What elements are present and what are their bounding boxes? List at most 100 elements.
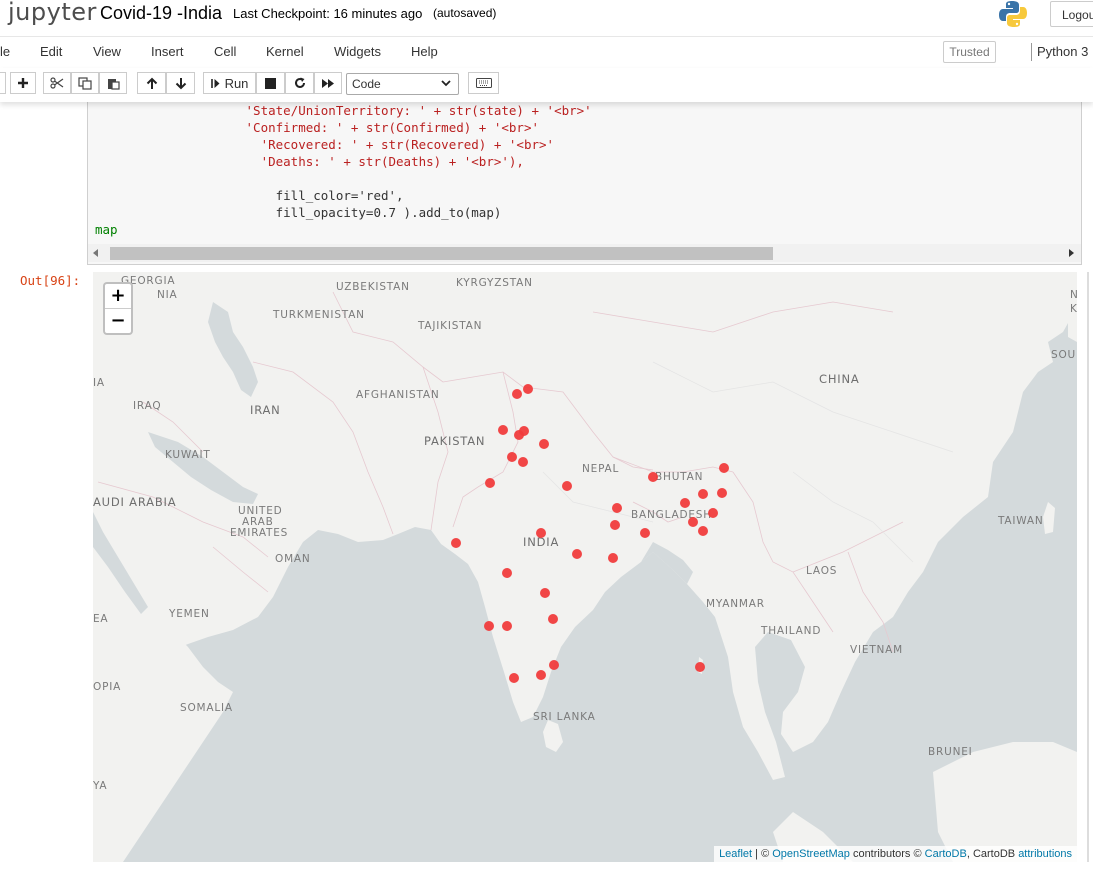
restart-button[interactable] <box>285 72 314 94</box>
toolbar: Run Code <box>0 68 1093 102</box>
code-line-text: fill_opacity=0.7 ).add_to(map) <box>95 205 502 220</box>
marker[interactable] <box>640 528 650 538</box>
code-line: 'Confirmed: ' + str(Confirmed) + '<br>' <box>95 120 540 135</box>
marker[interactable] <box>502 568 512 578</box>
cartodb-link[interactable]: CartoDB <box>925 848 967 860</box>
marker[interactable] <box>485 478 495 488</box>
marker[interactable] <box>548 614 558 624</box>
marker[interactable] <box>518 457 528 467</box>
run-label: Run <box>224 75 249 91</box>
cut-button[interactable] <box>43 72 71 94</box>
save-button[interactable] <box>0 72 6 94</box>
leaflet-link[interactable]: Leaflet <box>719 848 752 860</box>
marker[interactable] <box>502 621 512 631</box>
marker[interactable] <box>698 489 708 499</box>
marker[interactable] <box>507 452 517 462</box>
menu-widgets[interactable]: Widgets <box>334 44 381 59</box>
marker[interactable] <box>498 425 508 435</box>
leaflet-map[interactable]: GEORGIA NIA UZBEKISTAN KYRGYZSTAN TURKME… <box>93 272 1077 862</box>
marker[interactable] <box>708 508 718 518</box>
code-cell-editor[interactable]: 'State/UnionTerritory: ' + str(state) + … <box>87 102 1082 265</box>
code-line: fill_color='red', <box>95 188 404 203</box>
copy-button[interactable] <box>71 72 99 94</box>
restart-icon <box>294 77 305 88</box>
menu-cell[interactable]: Cell <box>214 44 236 59</box>
marker[interactable] <box>484 621 494 631</box>
fast-forward-button[interactable] <box>314 72 342 94</box>
marker[interactable] <box>562 481 572 491</box>
menu-edit[interactable]: Edit <box>40 44 62 59</box>
stop-button[interactable] <box>256 72 285 94</box>
move-down-button[interactable] <box>166 72 195 94</box>
menu-insert[interactable]: Insert <box>151 44 184 59</box>
marker[interactable] <box>608 553 618 563</box>
code-line: map <box>95 222 118 237</box>
command-palette-button[interactable] <box>468 72 499 94</box>
marker[interactable] <box>536 528 546 538</box>
page-scrollbar[interactable] <box>1087 272 1089 862</box>
run-button[interactable]: Run <box>203 72 256 94</box>
keyboard-icon <box>475 78 492 88</box>
marker[interactable] <box>509 673 519 683</box>
marker[interactable] <box>519 426 529 436</box>
zoom-control: + − <box>103 282 133 335</box>
marker[interactable] <box>536 670 546 680</box>
paste-icon <box>107 78 120 90</box>
marker[interactable] <box>572 549 582 559</box>
code-line-text: 'Deaths: ' + str(Deaths) + '<br>'), <box>95 154 524 169</box>
menu-view[interactable]: View <box>93 44 121 59</box>
code-line: 'Recovered: ' + str(Recovered) + '<br>' <box>95 137 555 152</box>
marker[interactable] <box>717 488 727 498</box>
marker[interactable] <box>680 498 690 508</box>
marker[interactable] <box>688 517 698 527</box>
marker[interactable] <box>512 389 522 399</box>
zoom-out-button[interactable]: − <box>105 308 131 333</box>
osm-link[interactable]: OpenStreetMap <box>772 848 850 860</box>
stop-icon <box>265 77 276 89</box>
jupyter-logo[interactable]: jupyter <box>8 0 97 26</box>
code-line-text: 'Confirmed: ' + str(Confirmed) + '<br>' <box>95 120 540 135</box>
marker[interactable] <box>648 472 658 482</box>
cell-type-select[interactable]: Code <box>346 73 459 95</box>
kernel-divider <box>1031 43 1032 61</box>
menu-file[interactable]: le <box>0 44 10 59</box>
menu-kernel[interactable]: Kernel <box>266 44 304 59</box>
zoom-in-button[interactable]: + <box>105 284 131 308</box>
horizontal-scrollbar[interactable] <box>88 244 1081 262</box>
marker-layer <box>451 384 729 683</box>
move-up-icon <box>146 77 157 89</box>
marker[interactable] <box>540 588 550 598</box>
notebook-header: jupyter Covid-19 -India Last Checkpoint:… <box>0 0 1093 36</box>
marker[interactable] <box>539 439 549 449</box>
scroll-thumb[interactable] <box>110 247 773 260</box>
marker[interactable] <box>698 526 708 536</box>
trusted-indicator[interactable]: Trusted <box>943 41 996 63</box>
notebook-title[interactable]: Covid-19 -India <box>100 3 222 24</box>
menu-help[interactable]: Help <box>411 44 438 59</box>
attributions-link[interactable]: attributions <box>1018 848 1072 860</box>
map-attribution: Leaflet | © OpenStreetMap contributors ©… <box>714 846 1077 862</box>
scroll-right-icon[interactable] <box>1069 249 1075 257</box>
python-logo-icon <box>999 1 1027 27</box>
move-up-button[interactable] <box>137 72 166 94</box>
kernel-name[interactable]: Python 3 <box>1037 44 1088 59</box>
cell-type-value: Code <box>352 77 381 91</box>
marker[interactable] <box>523 384 533 394</box>
fast-forward-icon <box>322 78 334 88</box>
code-line-text: fill_color='red', <box>95 188 404 203</box>
add-cell-button[interactable] <box>10 72 36 94</box>
marker[interactable] <box>719 463 729 473</box>
marker[interactable] <box>695 662 705 672</box>
attribution-cartodb-text: , CartoDB <box>966 848 1019 860</box>
attribution-contributors: contributors © <box>849 848 925 860</box>
chevron-down-icon <box>441 80 451 87</box>
marker[interactable] <box>451 538 461 548</box>
logout-button[interactable]: Logou <box>1050 1 1093 27</box>
marker[interactable] <box>610 520 620 530</box>
marker[interactable] <box>549 660 559 670</box>
marker[interactable] <box>612 503 622 513</box>
paste-button[interactable] <box>99 72 127 94</box>
code-line: 'State/UnionTerritory: ' + str(state) + … <box>95 103 592 118</box>
cut-icon <box>50 77 64 89</box>
scroll-left-icon[interactable] <box>93 249 99 257</box>
